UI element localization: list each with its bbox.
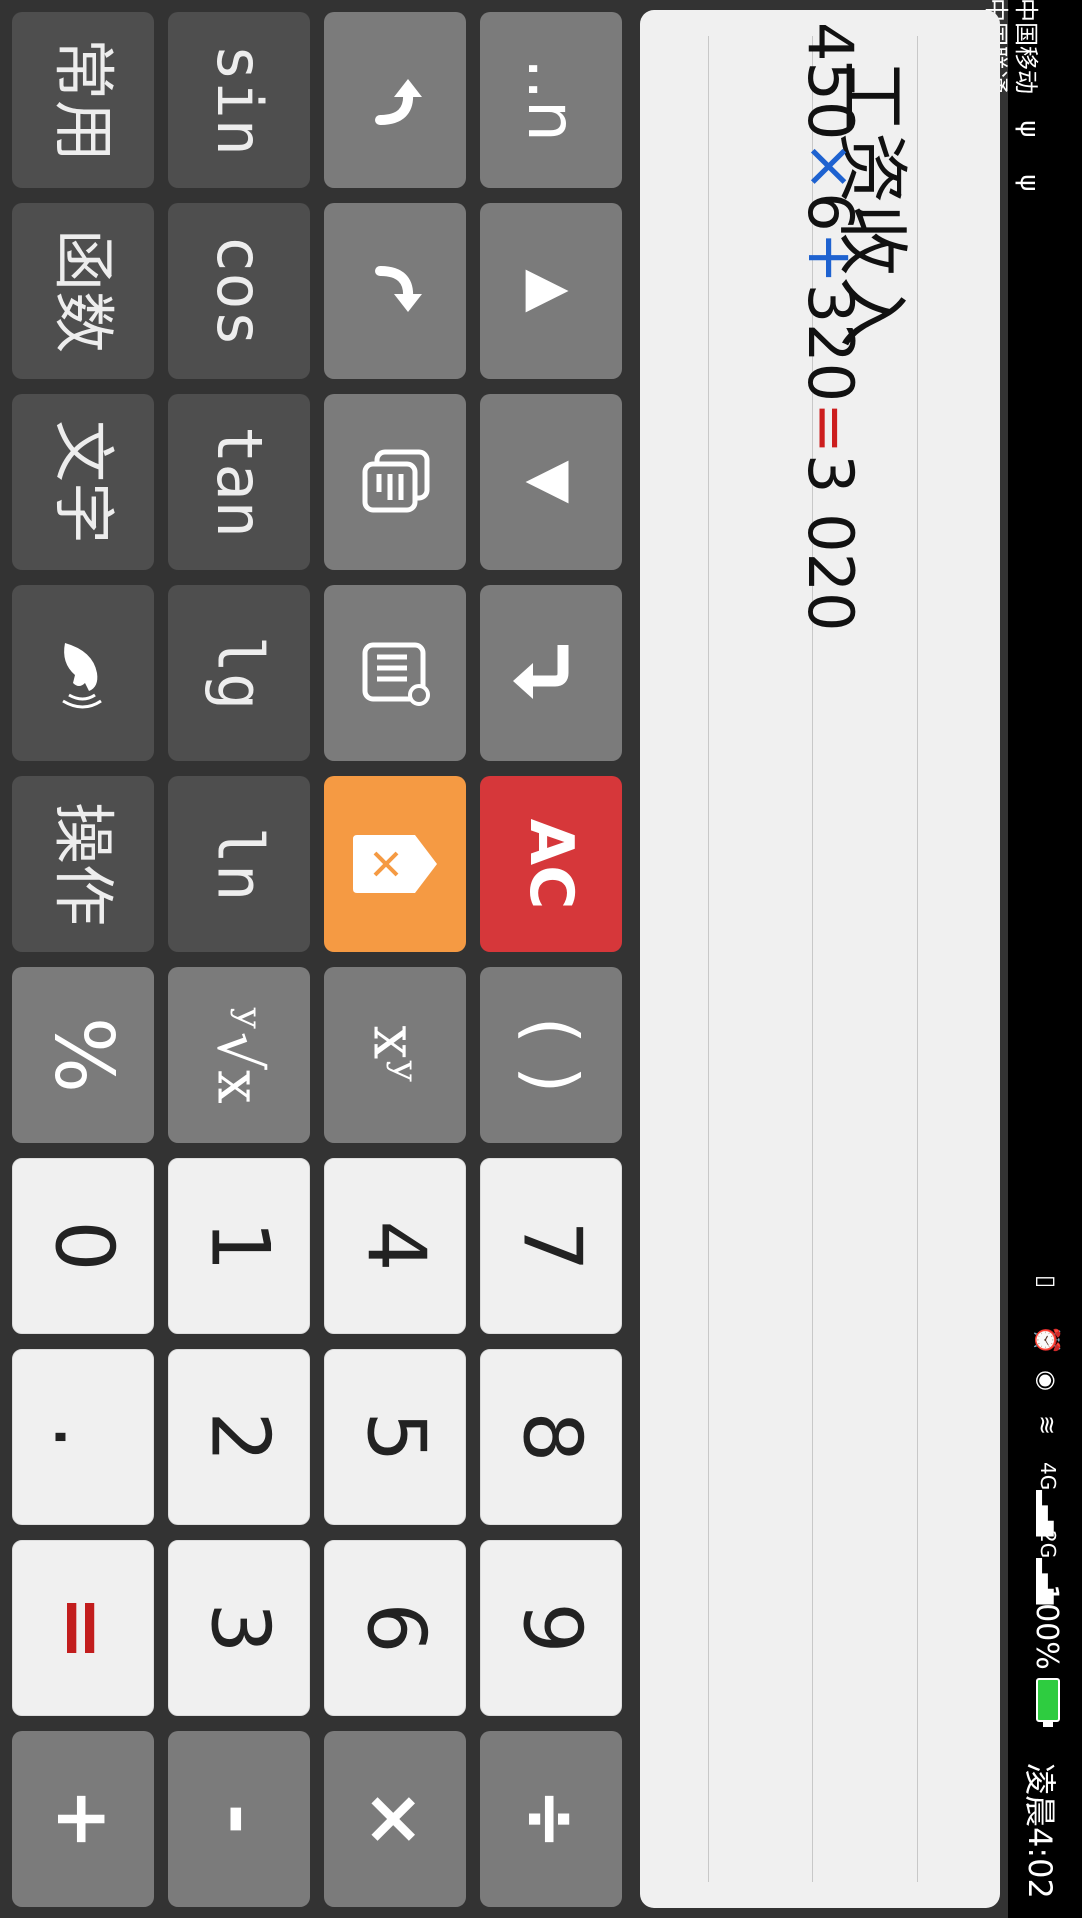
plus-operator: + (794, 231, 867, 284)
paste-button[interactable] (324, 585, 466, 761)
equals-operator: = (794, 402, 867, 454)
calculation-display[interactable]: 工资收入 450×6+320=3 020 (640, 10, 1000, 1908)
digit-4-button[interactable]: 4 (324, 1158, 466, 1334)
enter-button[interactable] (480, 585, 622, 761)
multiply-operator: × (794, 140, 867, 193)
minus-button[interactable]: - (168, 1731, 310, 1907)
triangle-up-icon: ▲ (518, 269, 584, 313)
ruling-line (708, 36, 709, 1882)
cursor-down-button[interactable]: ▼ (480, 394, 622, 570)
divide-button[interactable]: ÷ (480, 1731, 622, 1907)
signal-4g-icon: 4G▂▄▆ (1036, 1462, 1060, 1537)
cos-button[interactable]: cos (168, 203, 310, 379)
ln-button[interactable]: ln (168, 776, 310, 952)
voice-icon (43, 633, 123, 713)
sin-button[interactable]: sin (168, 12, 310, 188)
triangle-down-icon: ▼ (518, 460, 584, 504)
copy-button[interactable] (324, 394, 466, 570)
percent-button[interactable]: % (12, 967, 154, 1143)
digit-6-button[interactable]: 6 (324, 1540, 466, 1716)
signal-2g-icon: 2G▂▄▆ (1036, 1530, 1060, 1605)
lg-button[interactable]: lg (168, 585, 310, 761)
vibrate-icon: ▯ (1033, 1275, 1061, 1289)
undo-button[interactable] (324, 12, 466, 188)
undo-icon (360, 65, 430, 135)
digit-7-button[interactable]: 7 (480, 1158, 622, 1334)
carrier-label: 中国移动 (1012, 0, 1040, 94)
status-bar: 中国移动 中国联通 ψ ψ ▯ ⏰ ◉ ≋ 4G▂▄▆ 2G▂▄▆ 100% 凌… (982, 0, 1082, 1918)
battery-icon (1034, 1678, 1060, 1728)
backspace-icon (349, 829, 441, 899)
ruling-line (917, 36, 918, 1882)
battery-level (1036, 1678, 1060, 1722)
signal-2g-label: 2G (1036, 1530, 1060, 1559)
tan-button[interactable]: tan (168, 394, 310, 570)
tab-operations[interactable]: 操作 (12, 776, 154, 952)
usb-icon: ψ (1014, 174, 1044, 192)
usb-icon: ψ (1014, 120, 1044, 138)
digit-9-button[interactable]: 9 (480, 1540, 622, 1716)
redo-button[interactable] (324, 203, 466, 379)
equals-button[interactable]: = (12, 1540, 154, 1716)
digit-5-button[interactable]: 5 (324, 1349, 466, 1525)
redo-icon (360, 256, 430, 326)
alarm-icon: ⏰ (1033, 1325, 1061, 1355)
variable-n-button[interactable]: ..n (480, 12, 622, 188)
eye-icon: ◉ (1033, 1370, 1061, 1391)
root-button[interactable]: ʸ√x (168, 967, 310, 1143)
result-value: 3 020 (794, 454, 867, 632)
signal-4g-label: 4G (1036, 1462, 1060, 1491)
decimal-point-button[interactable]: . (12, 1349, 154, 1525)
copy-icon (357, 444, 433, 520)
clear-all-button[interactable]: AC (480, 776, 622, 952)
backspace-button[interactable] (324, 776, 466, 952)
paste-icon (357, 635, 433, 711)
plus-button[interactable]: + (12, 1731, 154, 1907)
parentheses-button[interactable]: ( ) (480, 967, 622, 1143)
enter-icon (511, 633, 591, 713)
digit-3-button[interactable]: 3 (168, 1540, 310, 1716)
operand: 320 (794, 283, 867, 403)
tab-functions[interactable]: 函数 (12, 203, 154, 379)
operand: 6 (794, 192, 867, 232)
digit-8-button[interactable]: 8 (480, 1349, 622, 1525)
wifi-icon: ≋ (1033, 1415, 1061, 1436)
tab-text[interactable]: 文字 (12, 394, 154, 570)
power-button[interactable]: xʸ (324, 967, 466, 1143)
digit-2-button[interactable]: 2 (168, 1349, 310, 1525)
voice-button[interactable] (12, 585, 154, 761)
multiply-button[interactable]: × (324, 1731, 466, 1907)
digit-0-button[interactable]: 0 (12, 1158, 154, 1334)
cursor-up-button[interactable]: ▲ (480, 203, 622, 379)
expression-line[interactable]: 450×6+320=3 020 (794, 22, 867, 632)
tab-common[interactable]: 常用 (12, 12, 154, 188)
operand: 450 (794, 22, 867, 141)
clock: 凌晨4:02 (1021, 1763, 1059, 1899)
digit-1-button[interactable]: 1 (168, 1158, 310, 1334)
